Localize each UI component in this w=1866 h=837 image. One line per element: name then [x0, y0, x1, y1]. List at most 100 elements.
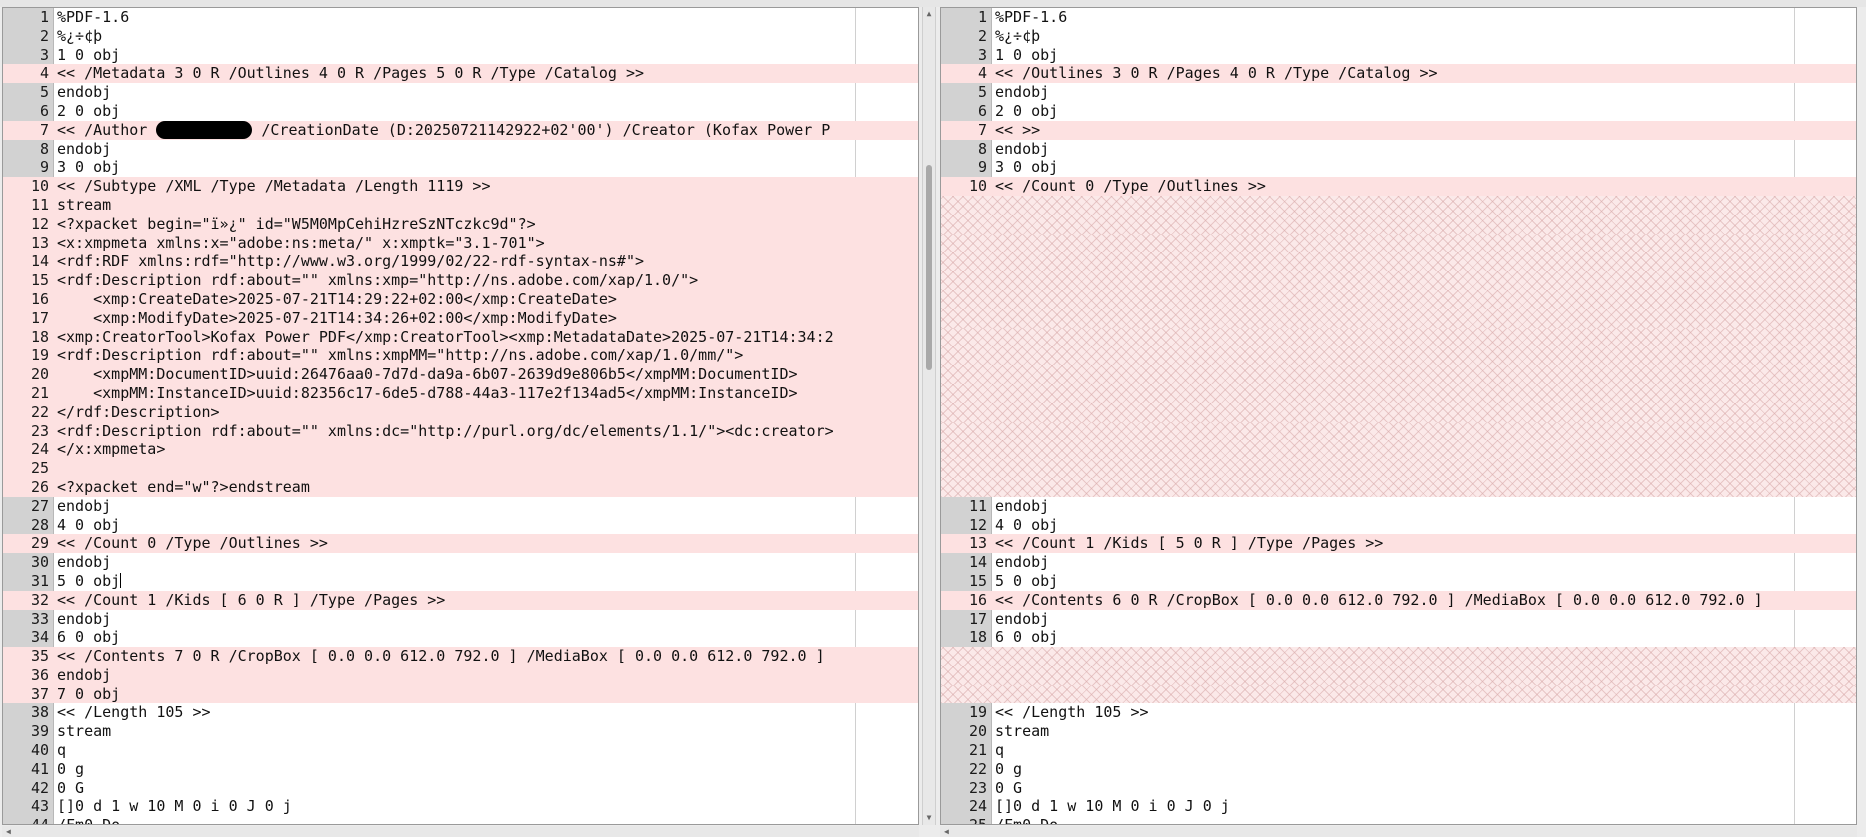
code-line[interactable]: 30 endobj: [3, 553, 918, 572]
right-code-lines[interactable]: 1 %PDF-1.6 2 %¿÷¢þ 3 1 0 obj 4 << /Outlines 3 0…: [941, 8, 1856, 824]
scrollbar-thumb[interactable]: [926, 165, 932, 370]
code-line[interactable]: 28 4 0 obj: [3, 516, 918, 535]
diff-filler-row[interactable]: [941, 647, 1856, 666]
code-text[interactable]: 0 G: [57, 779, 84, 798]
scroll-left-arrow-icon[interactable]: ◀: [6, 826, 11, 837]
code-text[interactable]: <?xpacket end="w"?>endstream: [57, 478, 310, 497]
code-text[interactable]: <xmpMM:DocumentID>uuid:26476aa0-7d7d-da9…: [57, 365, 797, 384]
code-line[interactable]: 11 endobj: [941, 497, 1856, 516]
code-text[interactable]: []0 d 1 w 10 M 0 i 0 J 0 j: [57, 797, 292, 816]
code-text[interactable]: endobj: [995, 610, 1049, 629]
code-line[interactable]: 10 << /Count 0 /Type /Outlines >>: [941, 177, 1856, 196]
code-line[interactable]: 9 3 0 obj: [941, 158, 1856, 177]
code-line[interactable]: 11 stream: [3, 195, 918, 215]
code-line[interactable]: 13 << /Count 1 /Kids [ 5 0 R ] /Type /Pag…: [941, 534, 1856, 554]
code-text[interactable]: </rdf:Description>: [57, 403, 220, 422]
code-text[interactable]: <?xpacket begin="ï»¿" id="W5M0MpCehiHzre…: [57, 215, 536, 234]
diff-filler-row[interactable]: [941, 383, 1856, 403]
code-line[interactable]: 26 <?xpacket end="w"?>endstream: [3, 477, 918, 497]
code-text[interactable]: 1 0 obj: [995, 46, 1058, 65]
code-line[interactable]: 32 << /Count 1 /Kids [ 6 0 R ] /Type /Pag…: [3, 590, 918, 610]
code-line[interactable]: 36 endobj: [3, 665, 918, 685]
code-text[interactable]: endobj: [995, 497, 1049, 516]
code-line[interactable]: 44/Fm0 Do: [3, 816, 918, 824]
code-text[interactable]: stream: [995, 722, 1049, 741]
diff-filler-row[interactable]: [941, 289, 1856, 309]
code-text[interactable]: << /Contents 7 0 R /CropBox [ 0.0 0.0 61…: [57, 647, 825, 666]
code-text[interactable]: endobj: [57, 83, 111, 102]
code-line[interactable]: 8 endobj: [3, 140, 918, 159]
code-text[interactable]: << /Outlines 3 0 R /Pages 4 0 R /Type /C…: [995, 64, 1438, 83]
code-text[interactable]: endobj: [57, 497, 111, 516]
code-line[interactable]: 25: [3, 459, 918, 478]
code-text[interactable]: << /Contents 6 0 R /CropBox [ 0.0 0.0 61…: [995, 591, 1763, 610]
code-text[interactable]: 5 0 obj: [57, 572, 122, 591]
code-text[interactable]: 2 0 obj: [57, 102, 120, 121]
code-line[interactable]: 15 <rdf:Description rdf:about="" xmlns:xm…: [3, 271, 918, 290]
code-text[interactable]: []0 d 1 w 10 M 0 i 0 J 0 j: [995, 797, 1230, 816]
code-text[interactable]: %¿÷¢þ: [57, 27, 102, 46]
code-text[interactable]: <rdf:Description rdf:about="" xmlns:dc="…: [57, 422, 834, 441]
code-text[interactable]: endobj: [57, 610, 111, 629]
code-line[interactable]: 5 endobj: [941, 83, 1856, 102]
code-line[interactable]: 3 1 0 obj: [3, 46, 918, 65]
left-diff-pane[interactable]: 1 %PDF-1.6 2 %¿÷¢þ 3 1 0 obj 4 << /Metadata 3 0…: [2, 7, 919, 825]
scroll-left-arrow-icon[interactable]: ◀: [944, 826, 949, 837]
code-line[interactable]: 1 %PDF-1.6: [941, 8, 1856, 27]
code-line[interactable]: 14 endobj: [941, 553, 1856, 572]
code-text[interactable]: endobj: [995, 553, 1049, 572]
code-line[interactable]: 9 3 0 obj: [3, 158, 918, 177]
code-text[interactable]: q: [995, 741, 1004, 760]
code-line[interactable]: 8 endobj: [941, 140, 1856, 159]
code-line[interactable]: 33 endobj: [3, 610, 918, 629]
left-horizontal-scrollbar[interactable]: ◀: [2, 826, 919, 837]
diff-filler-row[interactable]: [941, 214, 1856, 234]
diff-filler-row[interactable]: [941, 459, 1856, 478]
diff-filler-row[interactable]: [941, 327, 1856, 347]
code-text[interactable]: << /Metadata 3 0 R /Outlines 4 0 R /Page…: [57, 64, 644, 83]
code-line[interactable]: 20 stream: [941, 722, 1856, 741]
code-line[interactable]: 2 %¿÷¢þ: [3, 27, 918, 46]
code-line[interactable]: 4 << /Metadata 3 0 R /Outlines 4 0 R /Pag…: [3, 64, 918, 84]
code-line[interactable]: 34 6 0 obj: [3, 628, 918, 647]
code-text[interactable]: 3 0 obj: [995, 158, 1058, 177]
code-line[interactable]: 16 << /Contents 6 0 R /CropBox [ 0.0 0.0 …: [941, 590, 1856, 610]
code-text[interactable]: 4 0 obj: [57, 516, 120, 535]
code-line[interactable]: 12 <?xpacket begin="ï»¿" id="W5M0MpCehiHz…: [3, 214, 918, 234]
code-text[interactable]: << /Count 1 /Kids [ 6 0 R ] /Type /Pages…: [57, 591, 445, 610]
diff-filler-row[interactable]: [941, 440, 1856, 460]
code-line[interactable]: 22 0 g: [941, 760, 1856, 779]
code-text[interactable]: stream: [57, 722, 111, 741]
scroll-down-arrow-icon[interactable]: ▼: [924, 813, 934, 823]
code-line[interactable]: 15 5 0 obj: [941, 572, 1856, 591]
left-code-lines[interactable]: 1 %PDF-1.6 2 %¿÷¢þ 3 1 0 obj 4 << /Metadata 3 0…: [3, 8, 918, 824]
vertical-scrollbar[interactable]: ▲ ▼: [922, 7, 936, 825]
code-line[interactable]: 35 << /Contents 7 0 R /CropBox [ 0.0 0.0 …: [3, 647, 918, 666]
code-line[interactable]: 37 7 0 obj: [3, 684, 918, 704]
code-line[interactable]: 4 << /Outlines 3 0 R /Pages 4 0 R /Type /…: [941, 64, 1856, 84]
code-line[interactable]: 22 </rdf:Description>: [3, 402, 918, 422]
code-line[interactable]: 23 0 G: [941, 779, 1856, 798]
code-text[interactable]: << >>: [995, 121, 1040, 140]
code-text[interactable]: endobj: [57, 666, 111, 685]
code-text[interactable]: /Fm0 Do: [57, 816, 120, 824]
diff-filler-row[interactable]: [941, 684, 1856, 704]
right-diff-pane[interactable]: 1 %PDF-1.6 2 %¿÷¢þ 3 1 0 obj 4 << /Outlines 3 0…: [940, 7, 1857, 825]
code-text[interactable]: << /Length 105 >>: [995, 703, 1149, 722]
code-line[interactable]: 3 1 0 obj: [941, 46, 1856, 65]
diff-filler-row[interactable]: [941, 665, 1856, 685]
code-line[interactable]: 42 0 G: [3, 779, 918, 798]
code-line[interactable]: 10 << /Subtype /XML /Type /Metadata /Leng…: [3, 177, 918, 196]
code-text[interactable]: <xmp:CreatorTool>Kofax Power PDF</xmp:Cr…: [57, 328, 834, 347]
code-text[interactable]: 7 0 obj: [57, 685, 120, 704]
code-line[interactable]: 19 <rdf:Description rdf:about="" xmlns:xm…: [3, 346, 918, 366]
code-text[interactable]: 4 0 obj: [995, 516, 1058, 535]
code-line[interactable]: 25/Fm0 Do: [941, 816, 1856, 824]
code-text[interactable]: << /Length 105 >>: [57, 703, 211, 722]
code-text[interactable]: 5 0 obj: [995, 572, 1058, 591]
code-text[interactable]: <x:xmpmeta xmlns:x="adobe:ns:meta/" x:xm…: [57, 234, 545, 253]
code-text[interactable]: << /Count 1 /Kids [ 5 0 R ] /Type /Pages…: [995, 534, 1383, 553]
code-line[interactable]: 5 endobj: [3, 83, 918, 102]
code-line[interactable]: 17 endobj: [941, 610, 1856, 629]
code-text[interactable]: 1 0 obj: [57, 46, 120, 65]
